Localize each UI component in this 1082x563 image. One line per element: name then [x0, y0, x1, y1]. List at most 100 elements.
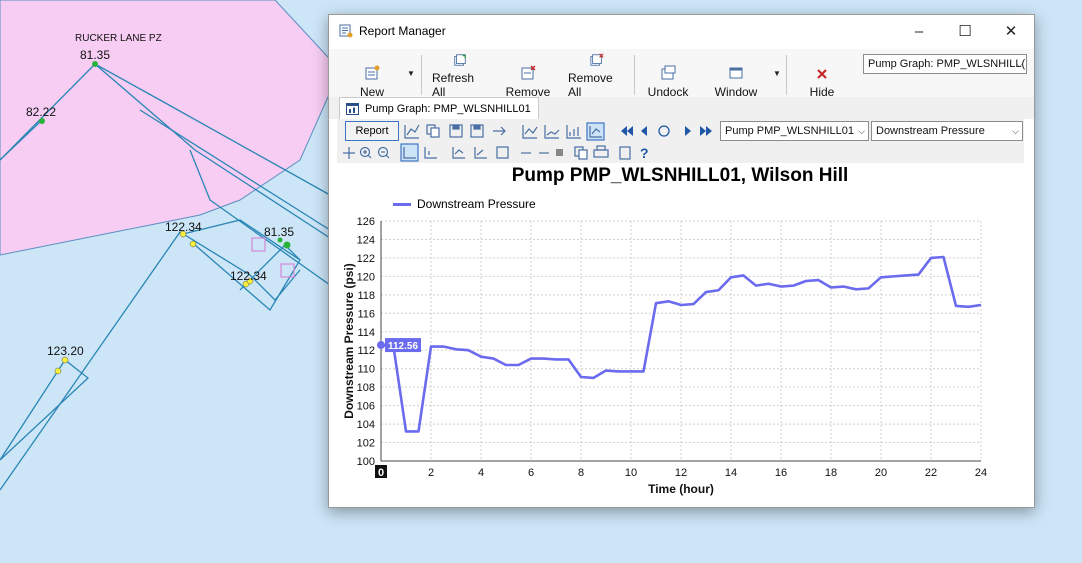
print-icon[interactable] [593, 149, 609, 158]
show-labels-icon[interactable] [424, 147, 437, 159]
undock-icon [661, 65, 676, 80]
export-icon[interactable] [493, 126, 506, 136]
tab-bar: Pump Graph: PMP_WLSNHILL01 [329, 97, 1034, 119]
step-back-icon[interactable] [641, 126, 647, 136]
junction-node[interactable] [283, 241, 291, 249]
zone-label: RUCKER LANE PZ [75, 33, 162, 44]
refresh-all-button[interactable]: Refresh All [432, 53, 488, 99]
minimize-button[interactable]: – [896, 15, 942, 47]
chart-options-icon[interactable] [404, 124, 420, 139]
y-tick-label: 100 [357, 456, 375, 468]
new-dropdown-arrow[interactable]: ▼ [407, 69, 415, 78]
window-dropdown-arrow[interactable]: ▼ [773, 69, 781, 78]
node-label: 81.35 [264, 225, 295, 239]
pan-icon[interactable] [343, 147, 355, 159]
x-tick-label: 12 [675, 467, 687, 479]
x-tick-label: 16 [775, 467, 787, 479]
y-tick-label: 102 [357, 438, 375, 450]
undock-button[interactable]: Undock [647, 53, 689, 99]
remove-button[interactable]: Remove [506, 53, 550, 99]
y-tick-label: 108 [357, 382, 375, 394]
element-select[interactable]: Pump PMP_WLSNHILL01 ⌵ [720, 121, 869, 141]
x-tick-label: 2 [428, 467, 434, 479]
remove-all-icon [590, 53, 604, 66]
new-button[interactable]: New [357, 53, 387, 99]
node-label: 122.34 [165, 220, 202, 234]
line-chart-icon[interactable] [522, 125, 538, 139]
y-tick-label: 104 [357, 419, 375, 431]
chevron-down-icon: ⌵ [1012, 126, 1019, 136]
node-label: 123.20 [47, 344, 84, 358]
y-tick-label: 118 [357, 290, 375, 302]
stop-icon[interactable] [556, 149, 563, 156]
x-tick-label: 14 [725, 467, 737, 479]
axis-left-icon[interactable] [452, 147, 465, 159]
report-manager-window[interactable]: Report Manager – ☐ ✕ New ▼ Refresh All R… [328, 14, 1035, 508]
valve-marker[interactable] [280, 263, 295, 278]
forward-end-icon[interactable] [700, 126, 712, 136]
x-tick-label: 22 [925, 467, 937, 479]
toolbar-separator [421, 55, 422, 95]
node-label: 81.35 [80, 48, 111, 62]
x-tick-label: 20 [875, 467, 887, 479]
hide-icon [817, 69, 827, 79]
y-tick-label: 112 [357, 345, 375, 357]
step-forward-icon[interactable] [685, 126, 691, 136]
y-tick-label: 124 [357, 234, 375, 246]
maximize-button[interactable]: ☐ [942, 15, 988, 47]
title-bar[interactable]: Report Manager – ☐ ✕ [329, 15, 1034, 47]
window-icon [729, 67, 743, 79]
toolbar-separator [786, 55, 787, 95]
graph-icon [346, 102, 359, 115]
cursor-label: 112.56 [388, 341, 418, 352]
node-label: 82.22 [26, 105, 57, 119]
hide-button[interactable]: Hide [807, 53, 837, 99]
report-manager-icon [339, 24, 353, 38]
x-axis-title: Time (hour) [648, 482, 714, 496]
y-tick-label: 110 [357, 364, 375, 376]
remove-all-button[interactable]: Remove All [568, 53, 626, 99]
playback-controls[interactable] [621, 125, 712, 137]
y-tick-label: 120 [357, 271, 375, 283]
tab-pump-graph[interactable]: Pump Graph: PMP_WLSNHILL01 [339, 97, 539, 119]
y-axis-title: Downstream Pressure (psi) [342, 263, 356, 418]
x-tick-label: 10 [625, 467, 637, 479]
y-tick-label: 106 [357, 401, 375, 413]
report-select[interactable]: Pump Graph: PMP_WLSNHILL(⌵ [863, 54, 1027, 74]
window-button[interactable]: Window [714, 53, 758, 99]
junction-node[interactable] [54, 367, 62, 375]
axis-right-icon[interactable] [474, 147, 487, 159]
help-icon[interactable]: ? [640, 145, 649, 161]
refresh-all-icon [454, 54, 466, 66]
animation-options-icon[interactable] [658, 125, 670, 137]
window-title: Report Manager [359, 24, 446, 38]
x-tick-label: 24 [975, 467, 987, 479]
x-tick-label: 8 [578, 467, 584, 479]
y-tick-label: 122 [357, 253, 375, 265]
chart-area[interactable]: Pump PMP_WLSNHILL01, Wilson Hill Downstr… [337, 165, 1023, 499]
main-toolbar: New ▼ Refresh All Remove Remove All Undo… [329, 49, 1034, 103]
valve-marker[interactable] [251, 237, 266, 252]
x-tick-label: 4 [478, 467, 484, 479]
attribute-select[interactable]: Downstream Pressure ⌵ [871, 121, 1023, 141]
x-tick-label: 6 [528, 467, 534, 479]
area-chart-icon[interactable] [544, 125, 560, 139]
page-setup-icon[interactable] [619, 146, 631, 160]
close-button[interactable]: ✕ [988, 15, 1034, 47]
fit-icon[interactable] [496, 146, 509, 159]
y-tick-label: 116 [357, 308, 375, 320]
remove-icon [521, 65, 536, 80]
x-tick-label: 18 [825, 467, 837, 479]
y-tick-label: 114 [357, 327, 375, 339]
y-tick-label: 126 [357, 216, 375, 228]
pressure-zone-polygon[interactable] [0, 0, 341, 256]
chevron-down-icon: ⌵ [858, 126, 865, 136]
plot-canvas[interactable]: 1001021041061081101121141161181201221241… [337, 165, 1023, 499]
bar-chart-icon[interactable] [566, 125, 581, 139]
chevron-down-icon: ⌵ [1016, 59, 1023, 69]
node-label: 122.34 [230, 269, 267, 283]
junction-node[interactable] [189, 240, 197, 248]
graph-toolbar: Report ? Pump PMP_WLSNHILL01 ⌵ Downstrea… [337, 119, 1024, 163]
rewind-start-icon[interactable] [621, 126, 633, 136]
cursor-point[interactable] [377, 341, 385, 350]
